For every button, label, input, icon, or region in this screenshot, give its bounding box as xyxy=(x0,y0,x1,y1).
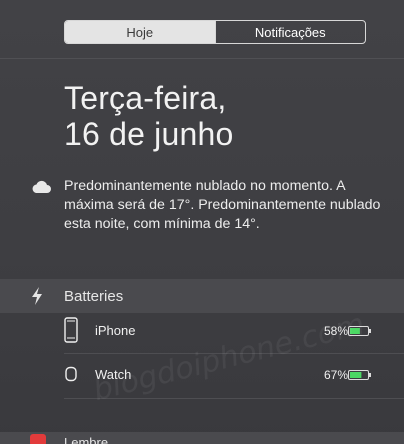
tab-notifications[interactable]: Notificações xyxy=(214,21,366,43)
reminders-app-icon xyxy=(30,434,46,444)
date-heading: Terça-feira, 16 de junho xyxy=(64,80,233,152)
device-name-iphone: iPhone xyxy=(95,323,136,338)
view-segmented-control: Hoje Notificações xyxy=(64,20,366,44)
batteries-widget-header[interactable]: Batteries xyxy=(0,279,404,313)
bolt-icon xyxy=(32,287,42,305)
header-divider xyxy=(0,58,404,59)
watch-icon xyxy=(65,366,77,382)
battery-percent-watch: 67% xyxy=(323,368,348,382)
batteries-title: Batteries xyxy=(64,287,124,305)
weather-summary: Predominantemente nublado no momento. A … xyxy=(64,178,381,232)
date-day-month: 16 de junho xyxy=(64,116,234,152)
today-view-panel: Hoje Notificações Terça-feira, 16 de jun… xyxy=(0,0,404,444)
cloud-icon xyxy=(32,180,51,193)
next-widget-label: Lembre... xyxy=(64,435,119,444)
date-weekday: Terça-feira, xyxy=(64,80,227,116)
tab-today[interactable]: Hoje xyxy=(65,21,215,43)
battery-level-indicator xyxy=(348,370,371,380)
iphone-icon xyxy=(64,317,78,343)
next-widget-header[interactable] xyxy=(0,432,404,444)
